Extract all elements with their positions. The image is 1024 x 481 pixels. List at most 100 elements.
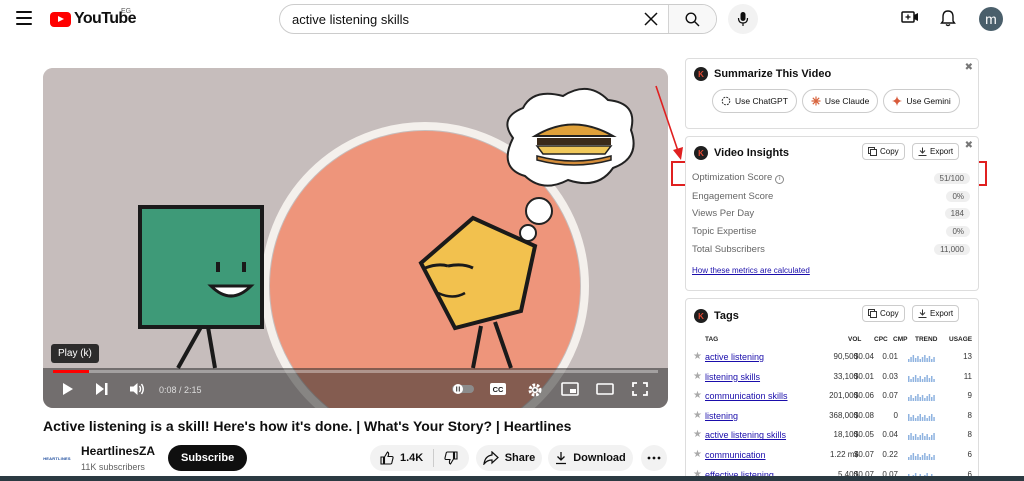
theater-mode-icon[interactable]: [596, 382, 614, 396]
svg-text:CC: CC: [493, 385, 504, 394]
subscribe-button[interactable]: Subscribe: [168, 445, 248, 471]
claude-icon: [811, 96, 821, 106]
autoplay-toggle-icon[interactable]: [451, 382, 475, 396]
tag-cpc: $0.06: [853, 391, 874, 401]
trend-bar: [914, 358, 917, 362]
channel-logo[interactable]: HEARTLINES: [43, 448, 71, 468]
progress-fill: [53, 370, 90, 373]
metrics-explanation-link[interactable]: How these metrics are calculated: [692, 266, 810, 275]
clear-search-icon[interactable]: [634, 5, 668, 33]
info-icon[interactable]: i: [775, 174, 785, 184]
trend-bar: [917, 415, 919, 421]
use-gemini-button[interactable]: Use Gemini: [883, 89, 960, 113]
play-icon[interactable]: [61, 382, 75, 396]
share-label: Share: [504, 452, 536, 464]
trend-bar: [924, 414, 926, 421]
close-panel-icon[interactable]: ✖: [965, 62, 973, 73]
tag-cpc: $0.05: [853, 430, 874, 440]
star-icon[interactable]: ★: [693, 371, 702, 382]
trend-bar: [917, 394, 919, 402]
trend-bar: [910, 433, 912, 441]
tag-link[interactable]: communication skills: [705, 391, 788, 401]
trend-bar: [924, 355, 926, 362]
youtube-logo[interactable]: YouTube EG: [50, 8, 136, 28]
tag-usage: 8: [967, 410, 972, 420]
miniplayer-icon[interactable]: [561, 382, 579, 396]
metric-optimization-score: Optimization Score i 51/100: [692, 171, 970, 185]
star-icon[interactable]: ★: [693, 429, 702, 440]
tag-row: ★ communication 1.22 mil $0.07 0.22 6: [692, 449, 976, 463]
trend-bar: [919, 457, 921, 460]
dislike-button[interactable]: [434, 451, 468, 465]
trend-sparkline: [908, 374, 935, 382]
next-video-icon[interactable]: [95, 382, 109, 396]
taskbar-edge: [0, 476, 1024, 481]
tag-cmp: 0.01: [882, 352, 898, 361]
trend-bar: [926, 358, 928, 362]
trend-bar: [908, 457, 910, 460]
microphone-icon: [737, 12, 749, 26]
download-icon: [556, 452, 567, 465]
col-header-cpc: CPC: [874, 336, 888, 343]
video-player[interactable]: Play (k) 0:08 / 2:15 CC: [43, 68, 668, 408]
tag-link[interactable]: listening skills: [705, 372, 760, 382]
voice-search-button[interactable]: [728, 4, 758, 34]
trend-bar: [924, 398, 926, 402]
share-button[interactable]: Share: [476, 445, 542, 471]
star-icon[interactable]: ★: [693, 410, 702, 421]
trend-bar: [912, 453, 915, 460]
download-button[interactable]: Download: [548, 445, 633, 471]
trend-bar: [928, 356, 931, 362]
tag-usage: 6: [967, 450, 972, 459]
trend-bar: [912, 376, 915, 382]
star-icon[interactable]: ★: [693, 351, 702, 362]
tag-link[interactable]: communication: [705, 450, 766, 460]
play-tooltip: Play (k): [51, 344, 99, 363]
trend-bar: [931, 435, 933, 441]
search-input[interactable]: [280, 5, 634, 33]
export-insights-button[interactable]: Export: [912, 143, 960, 160]
gemini-icon: [892, 96, 903, 106]
col-header-trend: TREND: [915, 336, 938, 343]
trend-bar: [928, 415, 931, 421]
tags-panel: K Tags Copy Export TAG VOL CPC CMP TREND…: [685, 298, 979, 481]
copy-tags-button[interactable]: Copy: [862, 305, 905, 322]
account-avatar[interactable]: m: [979, 7, 1003, 31]
close-panel-icon[interactable]: ✖: [965, 140, 973, 151]
tag-link[interactable]: active listening: [705, 352, 764, 362]
notifications-bell-icon[interactable]: [940, 9, 956, 32]
copy-insights-button[interactable]: Copy: [862, 143, 905, 160]
settings-gear-icon[interactable]: [527, 382, 543, 398]
trend-bar: [931, 397, 933, 402]
star-icon[interactable]: ★: [693, 449, 702, 460]
star-icon[interactable]: ★: [693, 390, 702, 401]
tag-link[interactable]: listening: [705, 411, 738, 421]
hamburger-menu-icon[interactable]: [16, 11, 32, 25]
more-actions-button[interactable]: [641, 445, 667, 471]
trend-bar: [910, 395, 912, 402]
col-header-usage: USAGE: [949, 336, 973, 343]
trend-bar: [919, 359, 921, 362]
trend-bar: [933, 433, 935, 441]
col-header-vol: VOL: [848, 336, 862, 343]
tag-row: ★ active listening skills 18,100 $0.05 0.04 8: [692, 429, 976, 443]
channel-name[interactable]: HeartlinesZA: [81, 444, 155, 458]
volume-icon[interactable]: [129, 382, 145, 396]
tag-link[interactable]: active listening skills: [705, 430, 786, 440]
fullscreen-icon[interactable]: [632, 382, 648, 396]
trend-bar: [914, 434, 917, 441]
trend-bar: [926, 456, 928, 460]
trend-bar: [933, 455, 935, 460]
like-button[interactable]: 1.4K: [370, 449, 434, 467]
trend-bar: [917, 377, 919, 382]
create-video-icon[interactable]: [901, 9, 919, 30]
use-chatgpt-button[interactable]: Use ChatGPT: [712, 89, 797, 113]
trend-bar: [919, 413, 921, 421]
use-claude-button[interactable]: Use Claude: [801, 89, 879, 113]
subscriber-count: 11K subscribers: [81, 462, 145, 472]
captions-icon[interactable]: CC: [489, 382, 507, 396]
metric-total-subscribers: Total Subscribers 11,000: [692, 242, 970, 256]
search-button[interactable]: [668, 5, 716, 33]
export-tags-button[interactable]: Export: [912, 305, 960, 322]
progress-bar[interactable]: [53, 370, 658, 373]
